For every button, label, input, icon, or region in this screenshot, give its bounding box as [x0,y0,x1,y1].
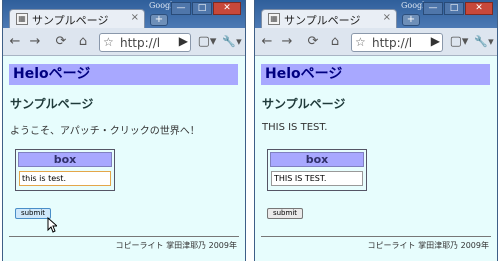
maximize-button[interactable]: □ [444,2,464,15]
copyright-footer: コピーライト 掌田津耶乃 2009年 [115,241,237,250]
page-subheading: サンプルページ [262,97,346,111]
go-icon[interactable]: ▶ [179,34,188,48]
page-menu-icon[interactable]: ▢▾ [449,34,469,50]
browser-window-right: ▦ サンプルページ × Google + — □ ✕ ← → ⟳ ⌂ ☆ htt… [254,0,498,261]
back-arrow-icon[interactable]: ← [7,34,23,50]
tab-close-icon[interactable]: × [383,12,391,23]
tab-title: サンプルページ [284,14,361,27]
bookmark-star-icon[interactable]: ☆ [355,35,366,49]
copyright-footer: コピーライト 掌田津耶乃 2009年 [367,241,489,250]
address-bar[interactable]: ☆ http://l ▶ [351,33,443,52]
submit-button[interactable]: submit [267,208,303,219]
result-message: THIS IS TEST. [262,122,328,133]
minimize-button[interactable]: — [423,2,443,15]
submit-button[interactable]: submit [15,208,51,219]
page-content: Heloページ サンプルページ ようこそ、アパッチ・クリックの世界へ！ box … [3,56,245,261]
page-heading: Heloページ [261,64,490,85]
page-heading: Heloページ [9,64,238,85]
go-icon[interactable]: ▶ [431,34,440,48]
maximize-button[interactable]: □ [192,2,212,15]
close-window-button[interactable]: ✕ [465,2,493,15]
new-tab-button[interactable]: + [402,14,420,26]
form-box: box this is test. [15,149,115,191]
page-favicon-icon: ▦ [268,13,280,25]
wrench-menu-icon[interactable]: 🔧▾ [473,34,495,50]
welcome-message: ようこそ、アパッチ・クリックの世界へ！ [10,126,200,137]
url-text[interactable]: http://l [120,36,160,50]
bookmark-star-icon[interactable]: ☆ [103,35,114,49]
footer-divider [261,236,491,237]
minimize-button[interactable]: — [171,2,191,15]
browser-tab[interactable]: ▦ サンプルページ × [261,9,397,28]
title-bar: ▦ サンプルページ × Google + — □ ✕ [3,0,245,28]
box-title: box [18,152,112,167]
footer-divider [9,236,239,237]
address-bar[interactable]: ☆ http://l ▶ [99,33,191,52]
wrench-menu-icon[interactable]: 🔧▾ [221,34,243,50]
close-window-button[interactable]: ✕ [213,2,241,15]
reload-icon[interactable]: ⟳ [305,34,321,50]
back-arrow-icon[interactable]: ← [259,34,275,50]
browser-window-left: ▦ サンプルページ × Google + — □ ✕ ← → ⟳ ⌂ ☆ htt… [2,0,246,261]
browser-toolbar: ← → ⟳ ⌂ ☆ http://l ▶ ▢▾ 🔧▾ [3,28,245,56]
url-text[interactable]: http://l [372,36,412,50]
form-box: box THIS IS TEST. [267,149,367,191]
tab-close-icon[interactable]: × [131,12,139,23]
home-icon[interactable]: ⌂ [327,34,343,50]
reload-icon[interactable]: ⟳ [53,34,69,50]
box-title: box [270,152,364,167]
page-menu-icon[interactable]: ▢▾ [197,34,217,50]
page-favicon-icon: ▦ [16,13,28,25]
window-controls: — □ ✕ [170,2,241,16]
forward-arrow-icon[interactable]: → [27,34,43,50]
new-tab-button[interactable]: + [150,14,168,26]
home-icon[interactable]: ⌂ [75,34,91,50]
text-input[interactable]: THIS IS TEST. [271,171,363,186]
tab-title: サンプルページ [32,14,109,27]
browser-toolbar: ← → ⟳ ⌂ ☆ http://l ▶ ▢▾ 🔧▾ [255,28,497,56]
window-controls: — □ ✕ [422,2,493,16]
text-input[interactable]: this is test. [19,171,111,186]
page-subheading: サンプルページ [10,97,94,111]
title-bar: ▦ サンプルページ × Google + — □ ✕ [255,0,497,28]
mouse-cursor-icon [47,217,57,233]
forward-arrow-icon[interactable]: → [279,34,295,50]
browser-tab[interactable]: ▦ サンプルページ × [9,9,145,28]
page-content: Heloページ サンプルページ THIS IS TEST. box THIS I… [255,56,497,261]
